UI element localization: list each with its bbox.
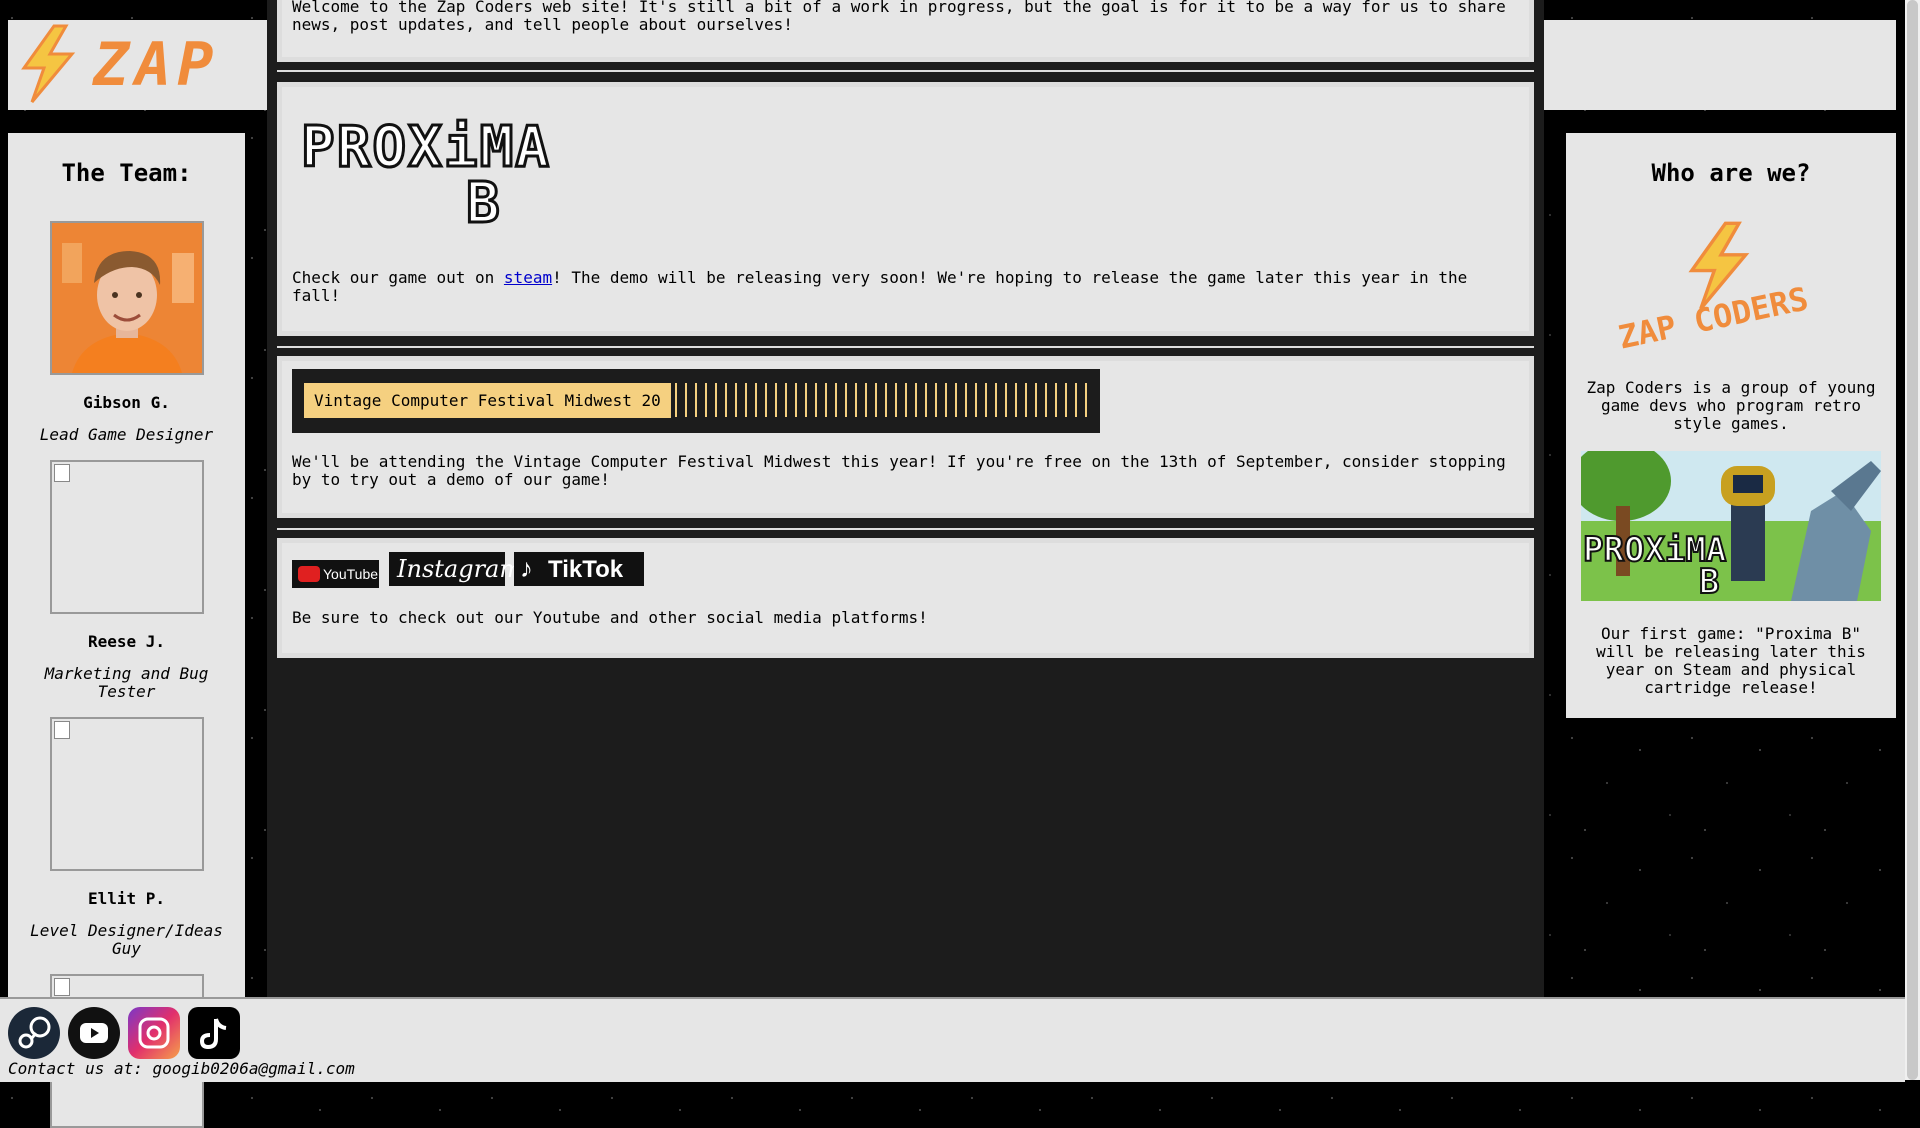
divider — [277, 70, 1534, 72]
zap-coders-logo: ZAP CODERS — [1611, 221, 1851, 371]
youtube-icon — [298, 566, 320, 582]
main-content: Welcome to the Zap Coders web site! It's… — [267, 0, 1544, 1000]
social-text: Be sure to check out our Youtube and oth… — [292, 608, 928, 627]
game-text-before: Check our game out on — [292, 268, 504, 287]
member-role: Lead Game Designer — [39, 425, 214, 444]
team-sidebar: The Team: Gibson G. Lead Game Designer R… — [8, 133, 245, 1128]
intro-card: Welcome to the Zap Coders web site! It's… — [277, 0, 1534, 62]
game-logo-line1: PROXiMA — [300, 115, 552, 180]
page-scrollbar[interactable] — [1905, 0, 1920, 1080]
member-name: Reese J. — [87, 632, 166, 651]
instagram-logo-glyph — [138, 1017, 170, 1049]
steam-logo-glyph — [18, 1016, 51, 1049]
member-photo-ellit — [49, 717, 204, 871]
event-label: Vintage Computer Festival Midwest 20 — [304, 383, 671, 418]
tiktok-icon[interactable] — [188, 1007, 240, 1059]
member-role: Level Designer/Ideas Guy — [30, 921, 223, 958]
intro-text: Welcome to the Zap Coders web site! It's… — [292, 0, 1506, 34]
game-logo: PROXiMA B — [300, 115, 552, 240]
youtube-badge[interactable]: YouTube — [292, 560, 379, 588]
team-title: The Team: — [61, 159, 192, 187]
marquee-ticks — [665, 383, 1090, 417]
tiktok-badge-label: TikTok — [548, 556, 624, 583]
site-logo[interactable]: ZAP C — [8, 20, 278, 110]
youtube-badge-label: YouTube — [323, 566, 379, 582]
game-card: PROXiMA B Check our game out on steam! T… — [277, 82, 1534, 336]
member-role: Marketing and Bug Tester — [44, 664, 209, 701]
about-description: Zap Coders is a group of young game devs… — [1586, 378, 1876, 433]
event-card: Vintage Computer Festival Midwest 20 We'… — [277, 356, 1534, 518]
member-name: Gibson G. — [83, 393, 170, 412]
site-logo-text: ZAP C — [93, 30, 220, 110]
member-name: Ellit P. — [87, 889, 166, 908]
scrollbar-thumb[interactable] — [1907, 0, 1918, 1080]
tiktok-icon: ♪ — [520, 553, 533, 583]
about-sidebar: Who are we? ZAP CODERS Zap Coders is a g… — [1566, 133, 1896, 718]
game-art-image — [1581, 451, 1881, 601]
youtube-icon[interactable] — [68, 1007, 120, 1059]
member-photo-gibson — [49, 221, 204, 375]
instagram-badge-label: Instagram — [397, 555, 523, 583]
social-card: YouTube Instagram ♪ TikTok Be sure to ch… — [277, 538, 1534, 658]
about-title: Who are we? — [1651, 159, 1811, 187]
steam-link[interactable]: steam — [504, 268, 552, 287]
steam-icon[interactable] — [8, 1007, 60, 1059]
divider — [277, 528, 1534, 530]
tiktok-badge[interactable]: ♪ TikTok — [514, 552, 644, 586]
instagram-icon[interactable] — [128, 1007, 180, 1059]
game-description: Our first game: "Proxima B" will be rele… — [1596, 624, 1866, 697]
portrait-image — [51, 223, 202, 373]
contact-email[interactable]: Contact us at: googib0206a@gmail.com — [8, 1059, 355, 1078]
event-marquee: Vintage Computer Festival Midwest 20 — [292, 369, 1100, 433]
lightning-bolt-icon — [21, 24, 76, 103]
member-photo-reese — [49, 460, 204, 614]
tiktok-logo-glyph — [199, 1018, 227, 1050]
youtube-logo-glyph — [80, 1023, 108, 1043]
divider — [277, 346, 1534, 348]
game-art-text-2: B — [1698, 562, 1721, 601]
game-logo-line2: B — [465, 171, 502, 236]
instagram-badge[interactable]: Instagram — [389, 552, 522, 586]
game-art: PROXiMA B — [1581, 451, 1881, 601]
event-text: We'll be attending the Vintage Computer … — [292, 452, 1506, 489]
game-text: Check our game out on steam! The demo wi… — [277, 269, 1534, 305]
site-footer: Contact us at: googib0206a@gmail.com — [0, 997, 1905, 1082]
